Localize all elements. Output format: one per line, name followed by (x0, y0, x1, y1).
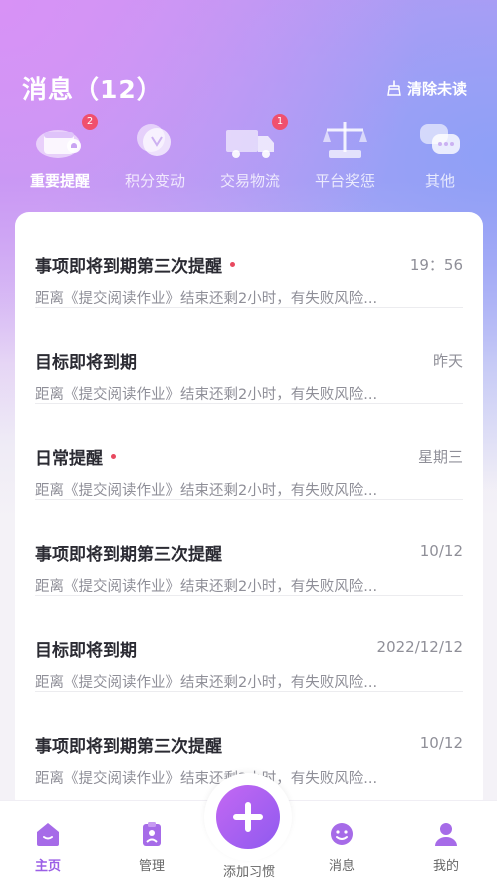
list-item[interactable]: 事项即将到期第三次提醒 10/12 距离《提交阅读作业》结束还剩2小时，有失败风… (35, 500, 463, 596)
message-smile-icon (331, 823, 353, 845)
message-title: 目标即将到期 (35, 636, 137, 661)
message-desc: 距离《提交阅读作业》结束还剩2小时，有失败风险... (35, 579, 378, 595)
message-time: 昨天 (432, 352, 463, 370)
user-icon (435, 823, 457, 846)
message-title: 日常提醒 (35, 444, 116, 469)
message-title: 事项即将到期第三次提醒 (35, 252, 235, 277)
calendar-bell-icon (30, 118, 90, 162)
category-label: 积分变动 (124, 172, 185, 190)
page-header: 消息（12） 清除未读 (22, 70, 467, 106)
message-title-text: 日常提醒 (35, 449, 103, 469)
message-desc: 距离《提交阅读作业》结束还剩2小时，有失败风险... (35, 387, 378, 403)
logistics-badge: 1 (272, 114, 288, 130)
category-logistics[interactable]: 1 交易物流 (210, 114, 290, 194)
list-item[interactable]: 目标即将到期 2022/12/12 距离《提交阅读作业》结束还剩2小时，有失败风… (35, 596, 463, 692)
message-time: 星期三 (417, 448, 463, 466)
category-points[interactable]: 积分变动 (115, 118, 195, 194)
broom-icon (387, 80, 401, 96)
message-title: 事项即将到期第三次提醒 (35, 540, 222, 565)
clear-unread-label: 清除未读 (406, 79, 467, 98)
tab-home[interactable]: 主页 (18, 821, 78, 874)
unread-dot (230, 262, 235, 267)
message-time: 10/12 (419, 734, 463, 752)
tab-manage[interactable]: 管理 (122, 821, 182, 874)
clipboard-icon (143, 822, 161, 846)
chat-bubbles-icon (410, 118, 470, 162)
scale-icon (315, 118, 375, 162)
message-desc: 距离《提交阅读作业》结束还剩2小时，有失败风险... (35, 675, 378, 691)
category-label: 其他 (424, 172, 455, 190)
clear-unread-button[interactable]: 清除未读 (386, 78, 467, 99)
message-desc: 距离《提交阅读作业》结束还剩2小时，有失败风险... (35, 771, 378, 787)
delivery-truck-icon (220, 118, 280, 162)
message-title-text: 目标即将到期 (35, 641, 137, 661)
important-badge: 2 (82, 114, 98, 130)
list-item[interactable]: 日常提醒 星期三 距离《提交阅读作业》结束还剩2小时，有失败风险... (35, 404, 463, 500)
category-label: 平台奖惩 (314, 172, 375, 190)
category-label: 交易物流 (219, 172, 280, 190)
tab-manage-label: 管理 (138, 859, 165, 874)
coin-icon (125, 118, 185, 162)
bottom-tab-bar: 主页 管理 添加习惯 消息 我的 (0, 773, 497, 883)
message-title-text: 事项即将到期第三次提醒 (35, 257, 222, 277)
tab-messages[interactable]: 消息 (312, 821, 372, 874)
unread-dot (111, 454, 116, 459)
message-title: 事项即将到期第三次提醒 (35, 732, 222, 757)
home-icon (37, 823, 59, 846)
message-title-text: 目标即将到期 (35, 353, 137, 373)
tab-mine-label: 我的 (432, 859, 459, 874)
message-time: 10/12 (419, 542, 463, 560)
message-desc: 距离《提交阅读作业》结束还剩2小时，有失败风险... (35, 291, 378, 307)
message-title-text: 事项即将到期第三次提醒 (35, 737, 222, 757)
message-desc: 距离《提交阅读作业》结束还剩2小时，有失败风险... (35, 483, 378, 499)
message-title: 目标即将到期 (35, 348, 137, 373)
add-habit-label: 添加习惯 (222, 865, 275, 880)
list-item[interactable]: 目标即将到期 昨天 距离《提交阅读作业》结束还剩2小时，有失败风险... (35, 308, 463, 404)
tab-home-label: 主页 (34, 859, 61, 874)
page-title: 消息（12） (22, 75, 163, 104)
category-important[interactable]: 2 重要提醒 (20, 114, 100, 194)
message-time: 2022/12/12 (376, 638, 463, 656)
add-habit-button[interactable] (216, 785, 280, 849)
tab-messages-label: 消息 (328, 859, 355, 874)
plus-icon (233, 802, 263, 832)
category-label: 重要提醒 (29, 172, 90, 190)
message-time: 19：56 (409, 256, 463, 274)
tab-mine[interactable]: 我的 (416, 821, 476, 874)
list-item[interactable]: 事项即将到期第三次提醒 19：56 距离《提交阅读作业》结束还剩2小时，有失败风… (35, 212, 463, 308)
category-tabs: 2 重要提醒 积分变动 1 交易物流 平台奖惩 其他 (20, 114, 480, 194)
message-list: 事项即将到期第三次提醒 19：56 距离《提交阅读作业》结束还剩2小时，有失败风… (15, 212, 483, 812)
message-title-text: 事项即将到期第三次提醒 (35, 545, 222, 565)
category-other[interactable]: 其他 (400, 118, 480, 194)
category-rewards[interactable]: 平台奖惩 (305, 118, 385, 194)
